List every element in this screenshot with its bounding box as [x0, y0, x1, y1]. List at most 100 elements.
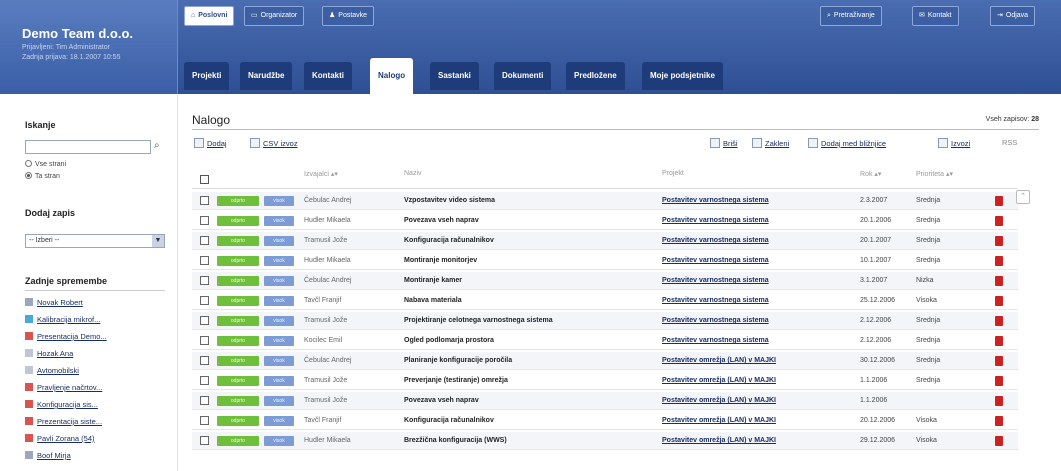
recent-item[interactable]: Kalibracija mikrof...	[25, 315, 100, 324]
top-button-contact[interactable]: ✉ Kontakt	[912, 6, 959, 26]
row-checkbox[interactable]	[200, 256, 209, 265]
top-button-postavke[interactable]: ♟ Postavke	[322, 6, 375, 26]
row-checkbox[interactable]	[200, 296, 209, 305]
table-row[interactable]: odprto visok Čebulac Andrej Planiranje konf…	[192, 352, 1018, 370]
column-header-projekt[interactable]: Projekt	[662, 170, 684, 188]
search-icon[interactable]: ⌕	[154, 140, 160, 151]
row-checkbox[interactable]	[200, 356, 209, 365]
delete-icon[interactable]	[995, 196, 1003, 206]
table-row[interactable]: odprto visok Tramusil Jože Preverjanje (tes…	[192, 372, 1018, 390]
task-name[interactable]: Preverjanje (testiranje) omrežja	[404, 372, 644, 390]
row-checkbox[interactable]	[200, 436, 209, 445]
table-row[interactable]: odprto visok Kocilec Emil Ogled podlomarja …	[192, 332, 1018, 350]
recent-item[interactable]: Prezentacija siste...	[25, 417, 102, 426]
row-checkbox[interactable]	[200, 196, 209, 205]
tab-narudzbe[interactable]: Narudžbe	[240, 62, 293, 90]
task-name[interactable]: Brezžična konfiguracija (WWS)	[404, 432, 644, 450]
row-checkbox[interactable]	[200, 396, 209, 405]
delete-icon[interactable]	[995, 396, 1003, 406]
table-row[interactable]: odprto visok Tavčl Franjif Konfiguracija ra…	[192, 412, 1018, 430]
recent-item[interactable]: Boof Mirja	[25, 451, 71, 460]
top-button-logout[interactable]: ⇥ Odjava	[990, 6, 1036, 26]
row-checkbox[interactable]	[200, 316, 209, 325]
delete-icon[interactable]	[995, 276, 1003, 286]
table-row[interactable]: odprto visok Čebulac Andrej Montiranje kame…	[192, 272, 1018, 290]
select-all-checkbox[interactable]	[200, 175, 209, 184]
radio-all-pages[interactable]: Vse strani	[25, 160, 66, 168]
task-name[interactable]: Konfiguracija računalnikov	[404, 412, 644, 430]
delete-icon[interactable]	[995, 376, 1003, 386]
row-checkbox[interactable]	[200, 336, 209, 345]
csv-export-button[interactable]: CSV izvoz	[250, 138, 298, 148]
delete-icon[interactable]	[995, 296, 1003, 306]
row-checkbox[interactable]	[200, 236, 209, 245]
project-link[interactable]: Postavitev varnostnega sistema	[662, 272, 832, 290]
add-record-select[interactable]: -- Izberi -- ▼	[25, 234, 165, 248]
delete-icon[interactable]	[995, 416, 1003, 426]
project-link[interactable]: Postavitev omrežja (LAN) v MAJKI	[662, 392, 832, 410]
project-link[interactable]: Postavitev varnostnega sistema	[662, 212, 832, 230]
task-name[interactable]: Montiranje monitorjev	[404, 252, 644, 270]
row-checkbox[interactable]	[200, 276, 209, 285]
table-row[interactable]: odprto visok Tramusil Jože Konfiguracija ra…	[192, 232, 1018, 250]
column-header-rok[interactable]: Rok ▴▾	[860, 170, 881, 188]
task-name[interactable]: Vzpostavitev video sistema	[404, 192, 644, 210]
task-name[interactable]: Povezava vseh naprav	[404, 212, 644, 230]
export-button[interactable]: Izvozi	[938, 138, 970, 148]
project-link[interactable]: Postavitev omrežja (LAN) v MAJKI	[662, 372, 832, 390]
tab-predlozene[interactable]: Predložene	[566, 62, 625, 90]
search-input[interactable]	[25, 140, 151, 154]
recent-item[interactable]: Pravljenje načrtov...	[25, 383, 102, 392]
project-link[interactable]: Postavitev varnostnega sistema	[662, 232, 832, 250]
delete-icon[interactable]	[995, 256, 1003, 266]
top-button-search[interactable]: ⌕ Pretraživanje	[820, 6, 882, 26]
tab-dokumenti[interactable]: Dokumenti	[494, 62, 552, 90]
task-name[interactable]: Nabava materiala	[404, 292, 644, 310]
project-link[interactable]: Postavitev omrežja (LAN) v MAJKI	[662, 352, 832, 370]
tab-moje-podsjetnike[interactable]: Moje podsjetnike	[642, 62, 723, 90]
column-header-naziv[interactable]: Naziv	[404, 170, 422, 188]
project-link[interactable]: Postavitev varnostnega sistema	[662, 292, 832, 310]
recent-item[interactable]: Pavli Zorana (54)	[25, 434, 95, 443]
task-name[interactable]: Projektiranje celotnega varnostnega sist…	[404, 312, 644, 330]
table-row[interactable]: odprto visok Tramusil Jože Projektiranje ce…	[192, 312, 1018, 330]
project-link[interactable]: Postavitev omrežja (LAN) v MAJKI	[662, 412, 832, 430]
top-button-organizator[interactable]: ▭ Organizator	[244, 6, 305, 26]
delete-icon[interactable]	[995, 336, 1003, 346]
row-checkbox[interactable]	[200, 416, 209, 425]
rss-button[interactable]: RSS	[1002, 138, 1017, 147]
recent-item[interactable]: Novak Robert	[25, 298, 83, 307]
table-row[interactable]: odprto visok Hudler Mikaela Brezžična konfi…	[192, 432, 1018, 450]
add-button[interactable]: Dodaj	[194, 138, 227, 148]
task-name[interactable]: Planiranje konfiguracije poročila	[404, 352, 644, 370]
recent-item[interactable]: Presentacija Demo...	[25, 332, 107, 341]
delete-icon[interactable]	[995, 316, 1003, 326]
row-checkbox[interactable]	[200, 376, 209, 385]
task-name[interactable]: Ogled podlomarja prostora	[404, 332, 644, 350]
delete-icon[interactable]	[995, 216, 1003, 226]
delete-icon[interactable]	[995, 436, 1003, 446]
delete-icon[interactable]	[995, 356, 1003, 366]
column-header-izvajalci[interactable]: Izvajalci ▴▾	[304, 170, 338, 188]
recent-item[interactable]: Konfiguracija sis...	[25, 400, 98, 409]
table-row[interactable]: odprto visok Hudler Mikaela Povezava vseh n…	[192, 212, 1018, 230]
tab-projekti[interactable]: Projekti	[184, 62, 230, 90]
row-checkbox[interactable]	[200, 216, 209, 225]
table-row[interactable]: odprto visok Tavčl Franjif Nabava materiala…	[192, 292, 1018, 310]
table-row[interactable]: odprto visok Čebulac Andrej Vzpostavitev vi…	[192, 192, 1018, 210]
tab-nalogo[interactable]: Nalogo	[370, 58, 414, 94]
project-link[interactable]: Postavitev omrežja (LAN) v MAJKI	[662, 432, 832, 450]
delete-button[interactable]: Briši	[710, 138, 738, 148]
recent-item[interactable]: Avtomobilski	[25, 366, 79, 375]
project-link[interactable]: Postavitev varnostnega sistema	[662, 252, 832, 270]
task-name[interactable]: Konfiguracija računalnikov	[404, 232, 644, 250]
scroll-up-icon[interactable]: ⌃	[1016, 190, 1030, 204]
tab-kontakti[interactable]: Kontakti	[304, 62, 352, 90]
project-link[interactable]: Postavitev varnostnega sistema	[662, 332, 832, 350]
radio-this-page[interactable]: Ta stran	[25, 172, 60, 180]
delete-icon[interactable]	[995, 236, 1003, 246]
table-row[interactable]: odprto visok Tramusil Jože Povezava vseh na…	[192, 392, 1018, 410]
column-header-prioriteta[interactable]: Prioriteta ▴▾	[916, 170, 953, 188]
project-link[interactable]: Postavitev varnostnega sistema	[662, 312, 832, 330]
lock-button[interactable]: Zakleni	[752, 138, 789, 148]
